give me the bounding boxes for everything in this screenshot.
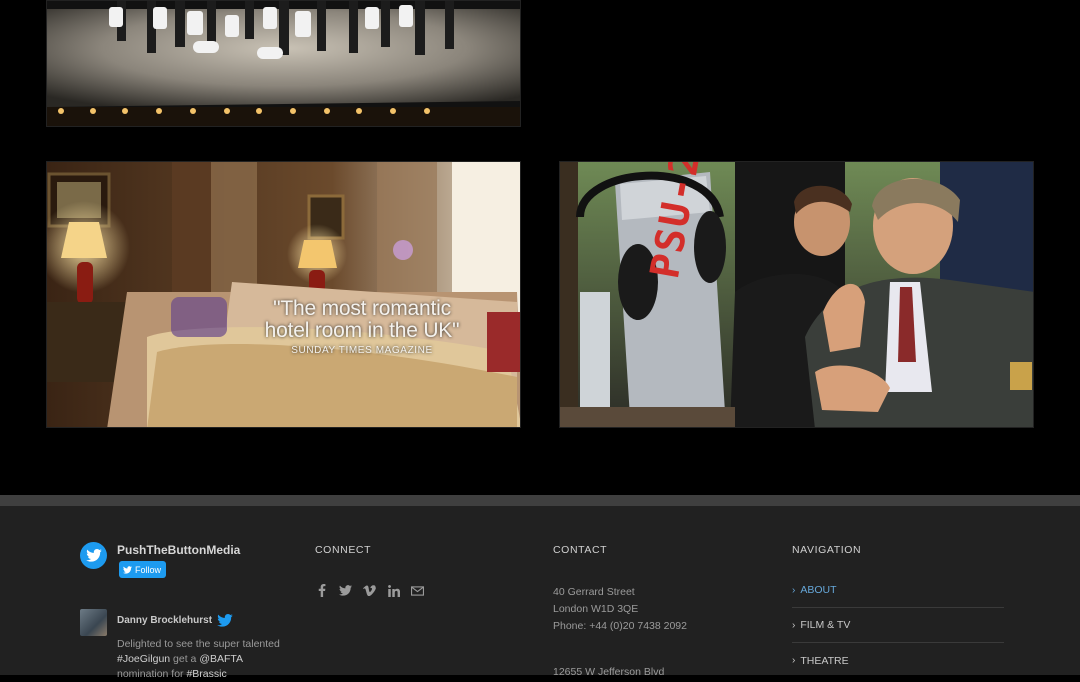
footer-divider [0, 495, 1080, 506]
tweet-line-2: #JoeGilgun get a @BAFTA [117, 652, 292, 667]
tweet-text: Delighted to see the super talented #Joe… [117, 637, 292, 682]
gallery-tile-dance[interactable] [46, 0, 521, 127]
hotel-caption: "The most romantic hotel room in the UK"… [237, 298, 487, 357]
navigation-heading: NAVIGATION [792, 544, 862, 556]
tweet-line-1: Delighted to see the super talented [117, 638, 280, 650]
social-links [315, 584, 424, 597]
email-icon[interactable] [411, 584, 424, 597]
linkedin-icon[interactable] [387, 584, 400, 597]
hotel-quote-source: SUNDAY TIMES MAGAZINE [291, 345, 433, 356]
tweet-mention-bafta[interactable]: @BAFTA [199, 653, 243, 665]
address-phone[interactable]: Phone: +44 (0)20 7438 2092 [553, 618, 687, 635]
footer-nav-list: › ABOUT › FILM & TV › THEATRE [792, 573, 1004, 678]
london-address: 40 Gerrard Street London W1D 3QE Phone: … [553, 584, 687, 635]
dance-performance-image [47, 1, 520, 126]
chevron-right-icon: › [792, 584, 796, 596]
hotel-room-image [47, 162, 520, 427]
tweet-author-name: Danny Brocklehurst [117, 615, 213, 626]
twitter-bird-icon [123, 565, 132, 574]
twitter-follow-label: Follow [135, 564, 162, 575]
tweet-author-avatar[interactable] [80, 609, 107, 636]
address-street: 40 Gerrard Street [553, 586, 635, 598]
gallery-tile-film-set[interactable]: PSU-2 [559, 161, 1034, 428]
nav-item-label: FILM & TV [800, 619, 851, 631]
tweet-author[interactable]: Danny Brocklehurst [117, 614, 233, 627]
twitter-follow-button[interactable]: Follow [119, 561, 167, 578]
nav-item-label: ABOUT [800, 584, 837, 596]
nav-item-theatre[interactable]: › THEATRE [792, 643, 1004, 678]
twitter-bird-icon [217, 614, 233, 627]
contact-heading: CONTACT [553, 544, 608, 556]
address-city: London W1D 3QE [553, 603, 639, 615]
hotel-quote: "The most romantic hotel room in the UK" [237, 298, 487, 342]
film-set-image [560, 162, 1033, 427]
twitter-icon[interactable] [339, 584, 352, 597]
gallery-tile-hotel[interactable]: "The most romantic hotel room in the UK"… [46, 161, 521, 428]
tweet-text-line3: nomination for [117, 668, 187, 680]
nav-item-film-tv[interactable]: › FILM & TV [792, 608, 1004, 643]
facebook-icon[interactable] [315, 584, 328, 597]
site-footer: PushTheButtonMedia Follow Danny Brockleh… [0, 506, 1080, 680]
twitter-account-name[interactable]: PushTheButtonMedia [117, 543, 240, 557]
nav-item-about[interactable]: › ABOUT [792, 573, 1004, 608]
twitter-bird-icon[interactable] [80, 542, 107, 569]
hotel-quote-line1: "The most romantic [273, 297, 451, 320]
nav-item-label: THEATRE [800, 654, 849, 667]
vimeo-icon[interactable] [363, 584, 376, 597]
hotel-quote-line2: hotel room in the UK" [264, 319, 460, 342]
us-address-street: 12655 W Jefferson Blvd [553, 666, 665, 678]
chevron-right-icon: › [792, 619, 796, 631]
tweet-hashtag-brassic[interactable]: #Brassic [186, 668, 226, 680]
tweet-hashtag-joegilgun[interactable]: #JoeGilgun [117, 653, 170, 665]
chevron-right-icon: › [792, 655, 796, 666]
connect-heading: CONNECT [315, 544, 372, 556]
tweet-text-mid: get a [170, 653, 200, 665]
